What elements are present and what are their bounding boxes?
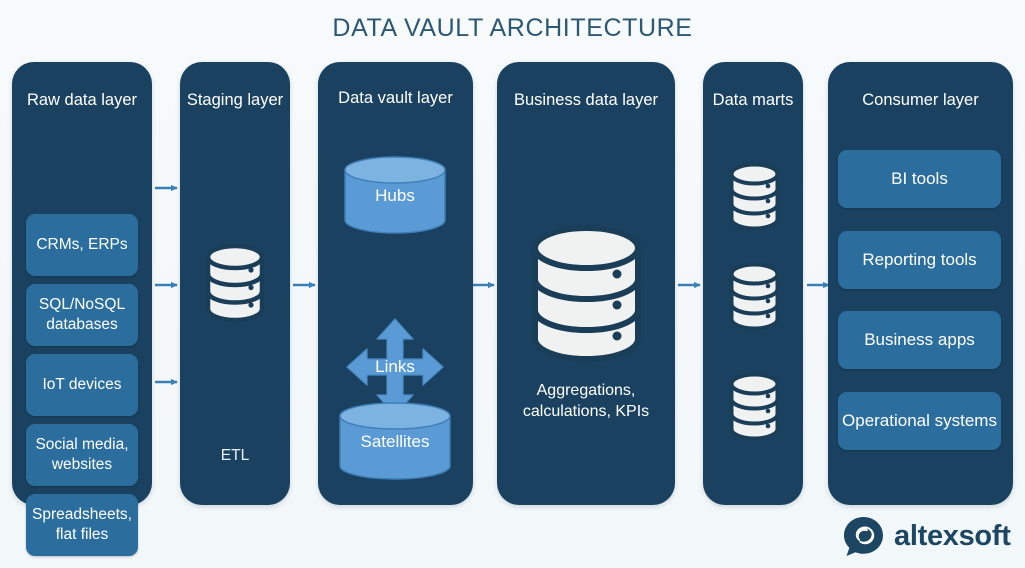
vault-node-satellites[interactable]: Satellites <box>337 402 453 480</box>
staging-etl-label: ETL <box>220 447 250 464</box>
diagram-canvas: DATA VAULT ARCHITECTURE Raw data layer C… <box>0 0 1025 568</box>
chip-label: Business apps <box>864 330 975 349</box>
cylinder-icon <box>344 156 446 234</box>
chip-spreadsheets-flat-files[interactable]: Spreadsheets, flat files <box>26 494 138 556</box>
panel-title-business-data-layer: Business data layer <box>514 91 658 109</box>
panel-business-data-layer[interactable]: Business data layer Aggregations, calcul… <box>497 62 675 505</box>
chip-label: IoT devices <box>42 376 122 393</box>
panel-staging-layer[interactable]: Staging layer ETL <box>180 62 290 505</box>
database-cylinder-3tier-icon <box>532 225 641 362</box>
chip-label: Operational systems <box>842 411 997 430</box>
panel-title-data-marts: Data marts <box>712 91 794 109</box>
chip-label: Social media, websites <box>35 436 129 473</box>
chip-crms-erps[interactable]: CRMs, ERPs <box>26 214 138 276</box>
database-cylinder-3tier-icon[interactable] <box>728 157 781 237</box>
database-cylinder-3tier-icon[interactable] <box>728 367 781 447</box>
database-cylinder-3tier-icon[interactable] <box>728 257 781 337</box>
chip-social-media-websites[interactable]: Social media, websites <box>26 424 138 486</box>
panel-title-data-vault-layer: Data vault layer <box>338 89 453 107</box>
chip-iot-devices[interactable]: IoT devices <box>26 354 138 416</box>
database-cylinder-3tier-icon <box>205 243 265 323</box>
brand-logo-text: altexsoft <box>894 520 1011 552</box>
chip-label: Reporting tools <box>862 250 977 269</box>
panel-raw-data-layer[interactable]: Raw data layer CRMs, ERPs SQL/NoSQL data… <box>12 62 152 556</box>
panel-consumer-layer[interactable]: Consumer layer BI tools Reporting tools … <box>828 62 1013 505</box>
vault-node-hubs[interactable]: Hubs <box>342 156 448 234</box>
panel-title-consumer-layer: Consumer layer <box>862 91 979 109</box>
chip-label: CRMs, ERPs <box>36 236 128 253</box>
chip-bi-tools[interactable]: BI tools <box>838 150 1001 208</box>
chip-reporting-tools[interactable]: Reporting tools <box>838 231 1001 289</box>
chip-label: Spreadsheets, flat files <box>32 506 132 543</box>
cylinder-icon <box>339 402 451 480</box>
panel-data-marts[interactable]: Data marts <box>703 62 803 505</box>
brand-logo: altexsoft <box>843 516 1011 557</box>
chip-label: BI tools <box>891 169 948 188</box>
panel-title-raw-data-layer: Raw data layer <box>26 91 138 109</box>
chip-business-apps[interactable]: Business apps <box>838 311 1001 369</box>
chip-operational-systems[interactable]: Operational systems <box>838 392 1001 450</box>
chip-sql-nosql-databases[interactable]: SQL/NoSQL databases <box>26 284 138 346</box>
panel-data-vault-layer[interactable]: Data vault layer Hubs Links Satellites <box>318 62 473 505</box>
business-layer-caption: Aggregations, calculations, KPIs <box>522 382 650 420</box>
altexsoft-bubble-icon <box>844 517 883 556</box>
panel-title-staging-layer: Staging layer <box>186 91 284 109</box>
chip-label: SQL/NoSQL databases <box>38 296 126 333</box>
